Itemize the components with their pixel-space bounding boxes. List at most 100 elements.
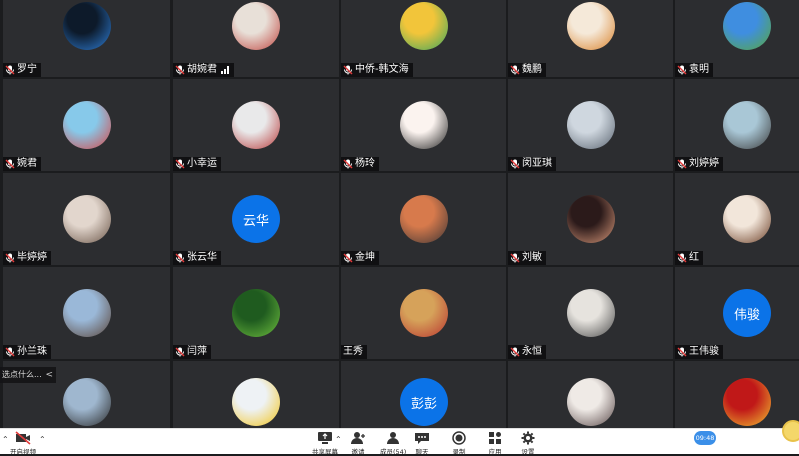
members-button[interactable]: 成员(54)	[380, 431, 406, 456]
mic-muted-icon	[510, 253, 520, 263]
chat-preview-text: 选点什么...	[2, 370, 42, 379]
participant-name: 中侨-韩文海	[355, 64, 409, 75]
participant-tile[interactable]: 刘婷婷	[675, 79, 799, 171]
mic-muted-icon	[677, 253, 687, 263]
start-video-label: 开启视频	[10, 448, 36, 456]
participant-name: 闫萍	[187, 346, 207, 357]
mic-muted-icon	[5, 65, 15, 75]
participant-name-tag: 刘婷婷	[675, 157, 723, 171]
participant-tile[interactable]: 永恒	[508, 267, 673, 359]
participant-tile[interactable]: 王秀	[341, 267, 506, 359]
participant-tile[interactable]: 袁明	[675, 0, 799, 77]
participant-tile[interactable]	[508, 361, 673, 428]
participant-name: 罗宁	[17, 64, 37, 75]
participant-name: 闵亚琪	[522, 158, 552, 169]
mic-muted-icon	[343, 159, 353, 169]
avatar-colorful-landscape	[400, 2, 448, 50]
participant-name-tag: 罗宁	[3, 63, 41, 77]
participant-name-tag: 张云华	[173, 251, 221, 265]
participant-name: 胡婉君	[187, 64, 217, 75]
participant-tile[interactable]: 云华 张云华	[173, 173, 339, 265]
chat-preview-toast[interactable]: 选点什么... <	[0, 367, 56, 383]
record-label: 录制	[452, 448, 466, 456]
members-icon	[387, 432, 400, 444]
participant-tile[interactable]: 伟骏 王伟骏	[675, 267, 799, 359]
participant-tile[interactable]	[675, 361, 799, 428]
avatar-snowy-road	[567, 101, 615, 149]
time-badge: 09:48	[694, 431, 716, 445]
participant-tile[interactable]: 魏鹏	[508, 0, 673, 77]
participant-tile[interactable]: 红	[675, 173, 799, 265]
participant-name-tag: 杨玲	[341, 157, 379, 171]
participant-name: 张云华	[187, 252, 217, 263]
participant-name: 婉君	[17, 158, 37, 169]
mic-muted-icon	[175, 253, 185, 263]
avatar-watermelon-sky	[63, 101, 111, 149]
mic-muted-icon	[677, 65, 687, 75]
apps-button[interactable]: 应用	[487, 431, 503, 456]
avatar-woman-portrait	[63, 195, 111, 243]
mic-muted-icon	[677, 159, 687, 169]
audio-menu-caret-icon[interactable]: ⌃	[2, 435, 9, 444]
participant-tile[interactable]: 彭彭	[341, 361, 506, 428]
invite-button[interactable]: 邀请	[350, 431, 366, 456]
participant-tile[interactable]: 中侨-韩文海	[341, 0, 506, 77]
avatar-food-plate	[400, 195, 448, 243]
avatar-green-field-sky	[723, 2, 771, 50]
invite-icon	[351, 432, 365, 444]
participant-name-tag: 孙兰珠	[3, 345, 51, 359]
mic-muted-icon	[175, 65, 185, 75]
self-avatar[interactable]	[782, 420, 799, 442]
start-video-button[interactable]: 开启视频	[10, 431, 36, 456]
participant-name-tag: 魏鹏	[508, 63, 546, 77]
participant-tile[interactable]	[173, 361, 339, 428]
chat-button[interactable]: 聊天	[414, 431, 430, 456]
apps-label: 应用	[488, 448, 502, 456]
mic-muted-icon	[677, 347, 687, 357]
participant-tile[interactable]: 毕婷婷	[3, 173, 170, 265]
participant-name: 杨玲	[355, 158, 375, 169]
participant-tile[interactable]: 闵亚琪	[508, 79, 673, 171]
avatar-initials: 伟骏	[723, 289, 771, 337]
avatar-snowman-toys	[232, 101, 280, 149]
participant-tile[interactable]: 孙兰珠	[3, 267, 170, 359]
avatar-dancer	[567, 378, 615, 426]
participant-tile[interactable]: 金坤	[341, 173, 506, 265]
participant-name: 孙兰珠	[17, 346, 47, 357]
participant-name: 毕婷婷	[17, 252, 47, 263]
participant-tile[interactable]: 刘敏	[508, 173, 673, 265]
invite-label: 邀请	[351, 448, 365, 456]
avatar-man-photo	[63, 378, 111, 426]
avatar-city-building	[63, 289, 111, 337]
participant-tile[interactable]: 胡婉君	[173, 0, 339, 77]
apps-icon	[489, 432, 501, 444]
participant-name-tag: 王秀	[341, 345, 367, 359]
share-menu-caret-icon[interactable]: ⌃	[335, 435, 342, 444]
participant-tile[interactable]: 杨玲	[341, 79, 506, 171]
mic-muted-icon	[5, 253, 15, 263]
participant-name: 刘婷婷	[689, 158, 719, 169]
video-off-icon	[15, 431, 31, 445]
participant-name: 魏鹏	[522, 64, 542, 75]
participant-tile[interactable]: 罗宁	[3, 0, 170, 77]
participant-name: 刘敏	[522, 252, 542, 263]
participant-name-tag: 小幸运	[173, 157, 221, 171]
avatar-clover	[232, 289, 280, 337]
participant-name-tag: 袁明	[675, 63, 713, 77]
screen-share-label: 共享屏幕	[312, 448, 338, 456]
avatar-woman-red	[400, 289, 448, 337]
participant-tile[interactable]: 婉君	[3, 79, 170, 171]
mic-muted-icon	[343, 253, 353, 263]
record-button[interactable]: 录制	[451, 431, 467, 456]
participant-name-tag: 永恒	[508, 345, 546, 359]
avatar-tulips	[232, 378, 280, 426]
participant-tile[interactable]: 闫萍	[173, 267, 339, 359]
participant-tile[interactable]: 小幸运	[173, 79, 339, 171]
record-icon	[452, 431, 466, 445]
video-menu-caret-icon[interactable]: ⌃	[39, 435, 46, 444]
settings-button[interactable]: 设置	[520, 431, 536, 456]
participant-name-tag: 毕婷婷	[3, 251, 51, 265]
collapse-chevron-icon[interactable]: <	[45, 367, 53, 383]
participant-name-tag: 闫萍	[173, 345, 211, 359]
mic-muted-icon	[510, 347, 520, 357]
